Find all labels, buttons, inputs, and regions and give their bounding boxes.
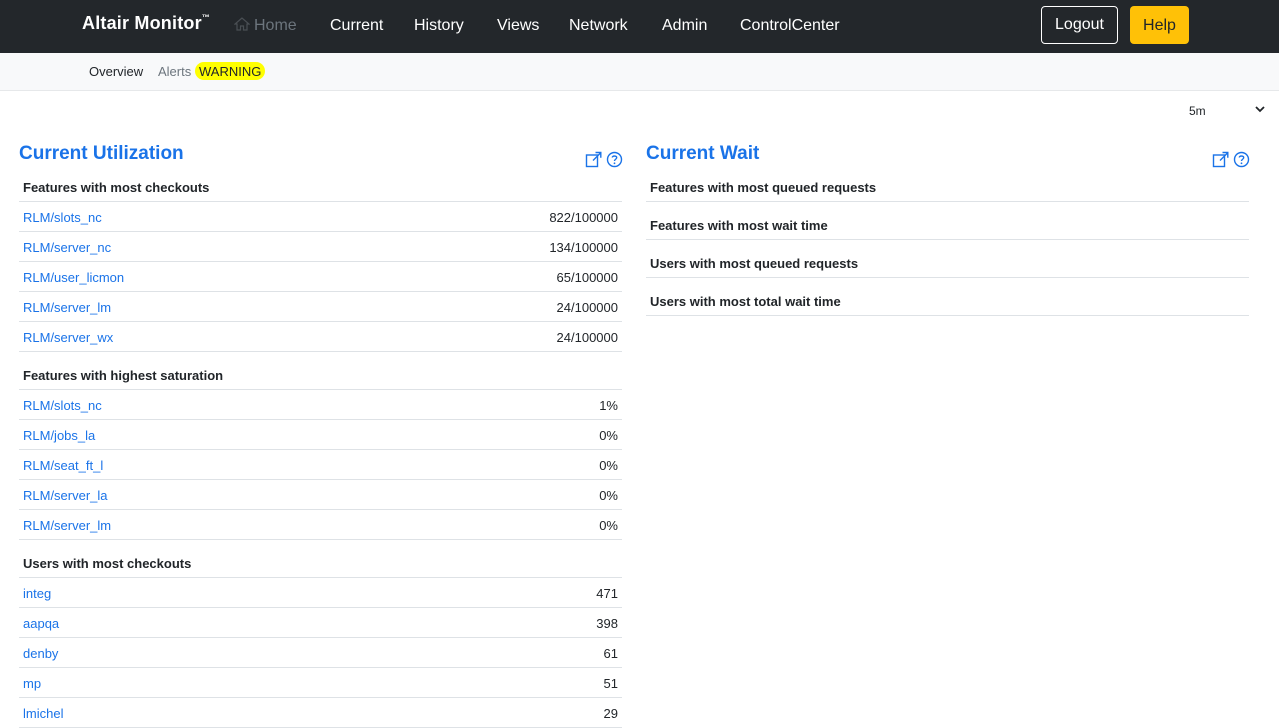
utilization-title: Current Utilization (19, 143, 184, 164)
row-name-link[interactable]: lmichel (23, 706, 63, 721)
external-link-icon[interactable] (585, 151, 602, 168)
row-value: 398 (596, 616, 618, 631)
table-row: lmichel 29 (19, 698, 622, 728)
table-row: denby 61 (19, 638, 622, 668)
brand-logo[interactable]: Altair Monitor™ (82, 13, 210, 34)
row-name-link[interactable]: RLM/seat_ft_l (23, 458, 103, 473)
nav-admin[interactable]: Admin (662, 17, 707, 35)
logout-button[interactable]: Logout (1041, 6, 1118, 44)
row-name-link[interactable]: mp (23, 676, 41, 691)
table-row: aapqa 398 (19, 608, 622, 638)
row-name-link[interactable]: RLM/server_lm (23, 518, 111, 533)
home-icon (234, 17, 250, 31)
row-value: 471 (596, 586, 618, 601)
table-row: RLM/server_nc 134/100000 (19, 232, 622, 262)
row-name-link[interactable]: RLM/slots_nc (23, 210, 102, 225)
time-range-select[interactable]: 5m (1189, 104, 1206, 118)
row-value: 0% (599, 488, 618, 503)
row-value: 1% (599, 398, 618, 413)
nav-views[interactable]: Views (497, 17, 539, 35)
section-heading: Users with most checkouts (19, 548, 622, 578)
question-circle-icon[interactable] (606, 151, 623, 168)
row-value: 24/100000 (556, 330, 618, 345)
row-value: 51 (603, 676, 618, 691)
brand-trademark: ™ (201, 13, 210, 22)
table-row: RLM/slots_nc 822/100000 (19, 202, 622, 232)
row-name-link[interactable]: denby (23, 646, 58, 661)
table-row: RLM/server_lm 24/100000 (19, 292, 622, 322)
subnav-overview[interactable]: Overview (89, 64, 143, 79)
nav-home[interactable]: Home (234, 17, 297, 35)
subnav-alerts[interactable]: Alerts (158, 64, 191, 79)
chevron-down-icon[interactable] (1254, 103, 1266, 115)
row-value: 24/100000 (556, 300, 618, 315)
wait-title: Current Wait (646, 143, 760, 164)
section-heading: Features with most checkouts (19, 172, 622, 202)
table-row: RLM/server_la 0% (19, 480, 622, 510)
row-name-link[interactable]: RLM/server_lm (23, 300, 111, 315)
row-name-link[interactable]: RLM/jobs_la (23, 428, 95, 443)
nav-home-label: Home (254, 17, 297, 34)
row-value: 0% (599, 518, 618, 533)
row-name-link[interactable]: RLM/server_la (23, 488, 108, 503)
nav-controlcenter[interactable]: ControlCenter (740, 17, 840, 35)
external-link-icon[interactable] (1212, 151, 1229, 168)
table-row: RLM/user_licmon 65/100000 (19, 262, 622, 292)
nav-network[interactable]: Network (569, 17, 628, 35)
table-row: RLM/server_lm 0% (19, 510, 622, 540)
table-row: RLM/seat_ft_l 0% (19, 450, 622, 480)
table-row: mp 51 (19, 668, 622, 698)
section-heading: Users with most total wait time (646, 286, 1249, 316)
question-circle-icon[interactable] (1233, 151, 1250, 168)
row-value: 61 (603, 646, 618, 661)
section-heading: Features with highest saturation (19, 360, 622, 390)
top-navbar: Altair Monitor™ Home Current History Vie… (0, 0, 1279, 53)
section-heading: Features with most queued requests (646, 172, 1249, 202)
nav-current[interactable]: Current (330, 17, 383, 35)
row-name-link[interactable]: RLM/user_licmon (23, 270, 124, 285)
alerts-warning-badge[interactable]: WARNING (195, 62, 266, 80)
table-row: RLM/jobs_la 0% (19, 420, 622, 450)
row-value: 134/100000 (549, 240, 618, 255)
table-row: RLM/server_wx 24/100000 (19, 322, 622, 352)
section-heading: Users with most queued requests (646, 248, 1249, 278)
row-value: 29 (603, 706, 618, 721)
row-name-link[interactable]: aapqa (23, 616, 59, 631)
row-value: 65/100000 (556, 270, 618, 285)
table-row: integ 471 (19, 578, 622, 608)
row-name-link[interactable]: RLM/server_nc (23, 240, 111, 255)
help-button[interactable]: Help (1130, 6, 1189, 44)
row-name-link[interactable]: RLM/slots_nc (23, 398, 102, 413)
row-value: 0% (599, 458, 618, 473)
nav-history[interactable]: History (414, 17, 464, 35)
row-name-link[interactable]: RLM/server_wx (23, 330, 113, 345)
row-value: 0% (599, 428, 618, 443)
brand-name: Altair Monitor (82, 13, 202, 33)
section-heading: Features with most wait time (646, 210, 1249, 240)
table-row: RLM/slots_nc 1% (19, 390, 622, 420)
row-value: 822/100000 (549, 210, 618, 225)
sub-navbar: Overview Alerts WARNING (0, 53, 1279, 91)
row-name-link[interactable]: integ (23, 586, 51, 601)
